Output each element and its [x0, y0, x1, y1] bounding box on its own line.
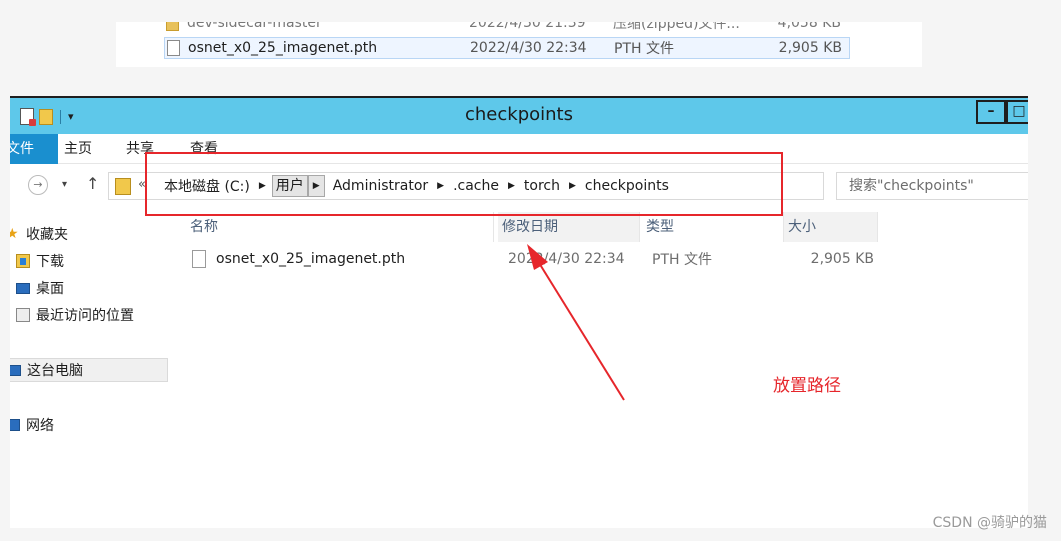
column-header-date[interactable]: 修改日期	[498, 212, 640, 242]
star-icon: ★	[10, 226, 19, 242]
zip-folder-icon	[166, 22, 179, 31]
sidebar-item-favorites[interactable]: ★ 收藏夹	[10, 222, 68, 246]
file-type: 压缩(zipped)文件...	[613, 22, 740, 32]
column-header-name[interactable]: 名称	[186, 212, 494, 242]
file-name: osnet_x0_25_imagenet.pth	[216, 251, 406, 267]
recent-locations-dropdown-icon[interactable]: ▾	[62, 179, 67, 190]
file-date: 2022/4/30 22:34	[508, 251, 625, 267]
watermark: CSDN @骑驴的猫	[932, 515, 1047, 531]
file-type: PTH 文件	[652, 252, 712, 268]
sidebar-item-label: 最近访问的位置	[36, 308, 134, 324]
file-row[interactable]: osnet_x0_25_imagenet.pth 2022/4/30 22:34…	[188, 244, 888, 274]
sidebar-item-downloads[interactable]: 下载	[16, 249, 64, 273]
sidebar-item-recent-places[interactable]: 最近访问的位置	[16, 303, 134, 327]
sidebar-item-label: 这台电脑	[27, 363, 83, 379]
folder-icon	[115, 178, 131, 195]
column-header-size[interactable]: 大小	[784, 212, 878, 242]
file-name: dev-sidecar-master	[187, 22, 322, 31]
sidebar-item-this-pc[interactable]: 这台电脑	[10, 358, 168, 382]
sidebar-item-label: 下载	[36, 254, 64, 270]
sidebar-item-label: 桌面	[36, 281, 64, 297]
file-list: 名称 修改日期 类型 大小 osnet_x0_25_imagenet.pth 2…	[170, 208, 1028, 528]
column-header-type[interactable]: 类型	[642, 212, 784, 242]
file-name: osnet_x0_25_imagenet.pth	[188, 40, 378, 56]
file-list-snippet: dev-sidecar-master 2022/4/30 21:39 压缩(zi…	[116, 22, 922, 67]
file-icon	[167, 40, 180, 56]
file-size: 2,905 KB	[778, 40, 842, 56]
downloads-folder-icon	[16, 254, 30, 268]
desktop-icon	[16, 282, 30, 294]
file-row[interactable]: dev-sidecar-master 2022/4/30 21:39 压缩(zi…	[164, 22, 850, 34]
sidebar-item-label: 网络	[26, 418, 54, 434]
annotation-label: 放置路径	[773, 376, 841, 396]
recent-places-icon	[16, 308, 30, 322]
navigation-pane: ★ 收藏夹 下载 桌面 最近访问的位置 这台电脑 网络	[10, 208, 168, 528]
up-icon[interactable]: ↑	[86, 174, 99, 193]
file-size: 2,905 KB	[810, 251, 874, 267]
maximize-button[interactable]: □	[1006, 100, 1028, 124]
search-input[interactable]: 搜索"checkpoints"	[836, 172, 1028, 200]
file-date: 2022/4/30 21:39	[469, 22, 586, 31]
file-row-selected[interactable]: osnet_x0_25_imagenet.pth 2022/4/30 22:34…	[164, 37, 850, 59]
forward-icon[interactable]: →	[28, 175, 48, 195]
tab-file[interactable]: 文件	[10, 134, 58, 164]
minimize-button[interactable]: –	[976, 100, 1006, 124]
window-title: checkpoints	[465, 104, 573, 125]
network-icon	[10, 419, 20, 431]
file-icon	[192, 250, 206, 268]
sidebar-item-label: 收藏夹	[26, 227, 68, 243]
annotation-highlight-box	[145, 152, 783, 216]
sidebar-item-desktop[interactable]: 桌面	[16, 276, 64, 300]
tab-home[interactable]: 主页	[64, 134, 92, 164]
file-type: PTH 文件	[614, 41, 674, 57]
file-date: 2022/4/30 22:34	[470, 40, 587, 56]
file-size: 4,058 KB	[777, 22, 841, 31]
computer-icon	[10, 364, 21, 376]
sidebar-item-network[interactable]: 网络	[10, 413, 54, 437]
title-bar[interactable]: ▾ checkpoints – □	[10, 96, 1028, 134]
